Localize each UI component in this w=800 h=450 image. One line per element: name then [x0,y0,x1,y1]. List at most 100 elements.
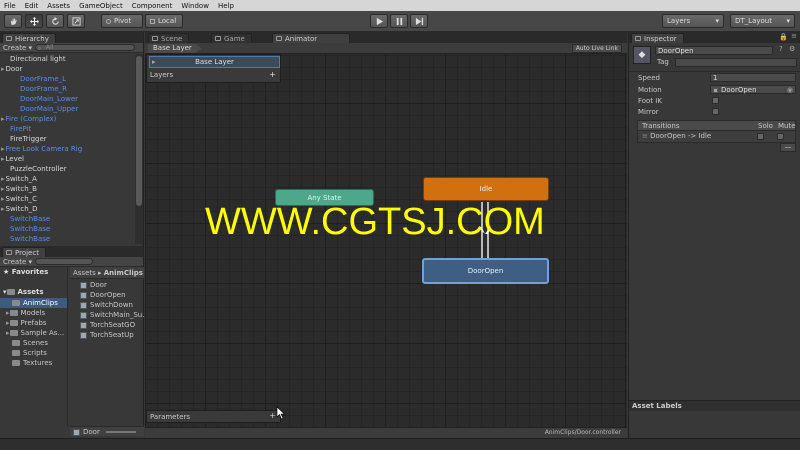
remove-transition-button[interactable]: — [780,143,796,152]
step-button[interactable] [410,14,428,28]
favorites-item[interactable]: ★ Favorites [0,267,67,278]
tab-project[interactable]: Project [2,247,46,257]
tag-field[interactable] [675,58,797,67]
project-file-item[interactable]: SwitchMain_Su... [80,310,144,320]
auto-live-link-button[interactable]: Auto Live Link [571,44,622,53]
tab-game[interactable]: Game [211,33,252,43]
hierarchy-item[interactable]: SwitchBase [0,234,143,244]
add-parameter-button[interactable]: + [269,411,276,420]
project-folder-item[interactable]: ▸ Models [0,308,67,318]
assets-root-item[interactable]: ▾ Assets [0,287,67,298]
hierarchy-item[interactable]: ▸Fire (Complex) [0,114,143,124]
hierarchy-item[interactable]: SwitchBase [0,214,143,224]
breadcrumb-assets[interactable]: Assets [73,269,96,277]
rotate-tool-button[interactable] [46,14,64,28]
project-create-button[interactable]: Create ▾ [3,258,32,266]
hierarchy-item[interactable]: FireTrigger [0,134,143,144]
menu-window[interactable]: Window [181,2,209,10]
chevron-right-icon[interactable]: ▸ [6,309,10,317]
chevron-right-icon[interactable]: ▸ [6,329,10,337]
gear-icon[interactable]: ⚙ [789,45,795,53]
menu-icon[interactable]: ≡ [791,32,797,40]
solo-checkbox[interactable] [757,133,764,140]
layout-dropdown[interactable]: DT_Layout ▾ [730,14,795,28]
transition-item[interactable]: ≡ DoorOpen -> Idle [637,131,796,143]
project-file-item[interactable]: DoorOpen [80,290,144,300]
tab-animator[interactable]: Animator [272,33,350,43]
chevron-right-icon[interactable]: ▸ [1,65,5,73]
chevron-right-icon[interactable]: ▸ [1,155,5,163]
animator-breadcrumb[interactable]: Base Layer [148,44,202,53]
speed-field[interactable]: 1 [710,73,796,82]
hierarchy-item[interactable]: ▸Door [0,64,143,74]
chevron-right-icon[interactable]: ▸ [1,145,5,153]
menu-component[interactable]: Component [132,2,173,10]
breadcrumb-animclips[interactable]: AnimClips [104,269,143,277]
zoom-slider[interactable] [106,431,137,433]
hierarchy-item[interactable]: ▸Switch_D [0,204,143,214]
project-search-input[interactable] [35,258,94,265]
project-file-item[interactable]: Door [80,280,144,290]
menu-gameobject[interactable]: GameObject [79,2,123,10]
hand-tool-button[interactable] [4,14,22,28]
add-layer-button[interactable]: + [269,70,276,79]
chevron-right-icon[interactable]: ▸ [1,195,5,203]
menu-help[interactable]: Help [218,2,234,10]
hierarchy-item[interactable]: ▸Free Look Camera Rig [0,144,143,154]
hierarchy-item[interactable]: ▸Switch_C [0,194,143,204]
local-toggle[interactable]: Local [145,14,183,28]
hierarchy-item[interactable]: DoorMain_Upper [0,104,143,114]
tab-hierarchy[interactable]: Hierarchy [2,33,56,43]
chevron-right-icon[interactable]: ▸ [1,185,5,193]
chevron-right-icon[interactable]: ▸ [1,205,5,213]
hierarchy-create-button[interactable]: Create ▾ [3,44,32,52]
hierarchy-scrollbar[interactable] [135,54,143,244]
help-icon[interactable]: ? [779,45,783,53]
hierarchy-item[interactable]: DoorFrame_R [0,84,143,94]
project-folder-item[interactable]: ▸ Prefabs [0,318,67,328]
project-file-item[interactable]: SwitchDown [80,300,144,310]
lock-icon[interactable]: 🔒 [779,33,788,41]
mute-checkbox[interactable] [777,133,784,140]
project-folder-item[interactable]: AnimClips [0,298,67,308]
scroll-thumb[interactable] [136,56,142,206]
project-file-item[interactable]: TorchSeatGO [80,320,144,330]
chevron-right-icon[interactable]: ▸ [1,115,5,123]
hierarchy-item[interactable]: ▸Level [0,154,143,164]
hierarchy-item[interactable]: ▸Switch_A [0,174,143,184]
menu-file[interactable]: File [4,2,16,10]
hierarchy-item[interactable]: SwitchBase [0,224,143,234]
base-layer-item[interactable]: ▸ Base Layer [149,56,280,68]
project-folder-item[interactable]: Scenes [0,338,67,348]
project-folder-item[interactable]: Scripts [0,348,67,358]
hierarchy-item[interactable]: DoorMain_Lower [0,94,143,104]
state-name-field[interactable]: DoorOpen [655,46,773,55]
footik-checkbox[interactable] [712,97,719,104]
menu-assets[interactable]: Assets [47,2,70,10]
chevron-right-icon[interactable]: ▸ [1,175,5,183]
menu-edit[interactable]: Edit [25,2,39,10]
tab-scene[interactable]: Scene [148,33,190,43]
motion-field[interactable]: DoorOpen ◉ [710,85,796,94]
hierarchy-search-input[interactable]: ⌕ All [35,44,136,52]
state-idle[interactable]: Idle [423,177,549,201]
project-file-item[interactable]: TorchSeatUp [80,330,144,340]
state-door-open[interactable]: DoorOpen [422,258,549,284]
move-tool-button[interactable] [25,14,43,28]
hierarchy-item[interactable]: PuzzleController [0,164,143,174]
play-button[interactable] [370,14,388,28]
layers-dropdown[interactable]: Layers ▾ [662,14,724,28]
object-picker-icon[interactable]: ◉ [787,86,793,94]
pivot-toggle[interactable]: Pivot [101,14,143,28]
hierarchy-item[interactable]: DoorFrame_L [0,74,143,84]
mirror-checkbox[interactable] [712,108,719,115]
project-folder-item[interactable]: ▸ Sample As... [0,328,67,338]
tab-inspector[interactable]: Inspector [631,33,684,43]
hierarchy-item[interactable]: Directional light [0,54,143,64]
chevron-right-icon[interactable]: ▸ [6,319,10,327]
project-folder-item[interactable]: Textures [0,358,67,368]
hierarchy-item[interactable]: ▸Switch_B [0,184,143,194]
scale-tool-button[interactable] [67,14,85,28]
hierarchy-item[interactable]: FirePit [0,124,143,134]
pause-button[interactable] [390,14,408,28]
